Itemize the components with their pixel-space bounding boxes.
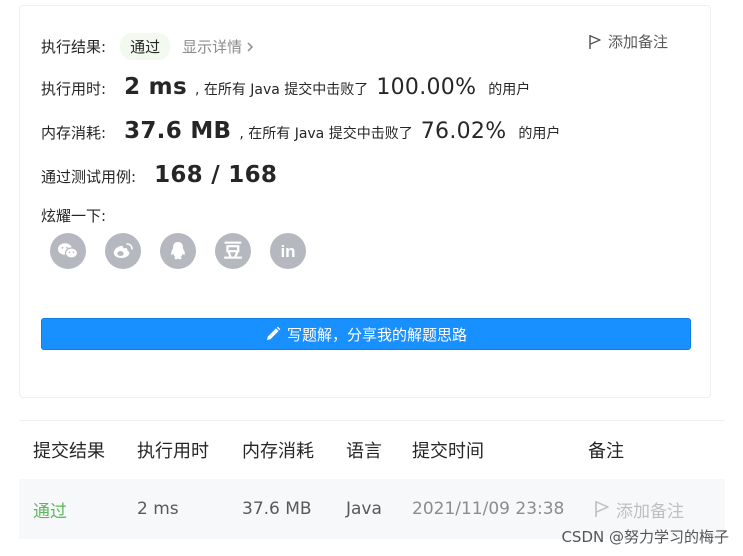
row-memory: 37.6 MB bbox=[242, 499, 312, 519]
runtime-row: 执行用时: 2 ms , 在所有 Java 提交中击败了 100.00% 的用户 bbox=[41, 74, 530, 100]
memory-row: 内存消耗: 37.6 MB , 在所有 Java 提交中击败了 76.02% 的… bbox=[41, 118, 560, 144]
share-weibo-button[interactable] bbox=[105, 233, 141, 269]
status-row: 执行结果: 通过 显示详情 bbox=[41, 33, 255, 60]
write-solution-button[interactable]: 写题解，分享我的解题思路 bbox=[41, 318, 691, 350]
row-submit-time: 2021/11/09 23:38 bbox=[412, 499, 565, 519]
add-note-button[interactable]: 添加备注 bbox=[588, 31, 668, 52]
memory-label: 内存消耗: bbox=[41, 124, 107, 142]
memory-value: 37.6 MB bbox=[124, 118, 232, 144]
row-add-note-label: 添加备注 bbox=[616, 501, 684, 522]
header-runtime: 执行用时 bbox=[137, 441, 209, 462]
watermark: CSDN @努力学习的梅子 bbox=[561, 528, 729, 546]
flag-icon bbox=[595, 501, 609, 517]
douban-icon: 豆 bbox=[223, 239, 243, 262]
status-label: 执行结果: bbox=[41, 38, 107, 56]
submission-page: 执行结果: 通过 显示详情 添加备注 执行用时: 2 ms , 在所有 Java… bbox=[0, 0, 743, 556]
tests-value: 168 / 168 bbox=[154, 162, 278, 188]
show-details-label: 显示详情 bbox=[182, 38, 243, 56]
show-details-link[interactable]: 显示详情 bbox=[182, 36, 255, 57]
chevron-right-icon bbox=[247, 41, 254, 52]
share-row: 炫耀一下: bbox=[41, 205, 106, 226]
share-douban-button[interactable]: 豆 bbox=[215, 233, 251, 269]
status-badge: 通过 bbox=[120, 33, 171, 60]
header-note: 备注 bbox=[588, 441, 624, 462]
share-linkedin-button[interactable]: in bbox=[270, 233, 306, 269]
memory-beat-text: , 在所有 Java 提交中击败了 bbox=[239, 126, 413, 142]
row-runtime: 2 ms bbox=[137, 499, 179, 519]
runtime-users-text: 的用户 bbox=[488, 82, 531, 98]
row-language: Java bbox=[346, 499, 382, 519]
runtime-value: 2 ms bbox=[124, 74, 187, 100]
runtime-percent: 100.00% bbox=[376, 75, 477, 100]
row-status-link[interactable]: 通过 bbox=[33, 479, 67, 539]
header-status: 提交结果 bbox=[33, 441, 105, 462]
header-language: 语言 bbox=[346, 441, 382, 462]
wechat-icon bbox=[58, 243, 79, 259]
header-submit-time: 提交时间 bbox=[412, 441, 484, 462]
share-icons: 豆 in bbox=[50, 233, 325, 269]
qq-icon bbox=[171, 242, 185, 260]
runtime-label: 执行用时: bbox=[41, 80, 107, 98]
submissions-table: 提交结果 执行用时 内存消耗 语言 提交时间 备注 通过 2 ms 37.6 M… bbox=[19, 420, 725, 539]
flag-icon bbox=[589, 34, 601, 49]
write-solution-label: 写题解，分享我的解题思路 bbox=[286, 325, 467, 344]
table-header: 提交结果 执行用时 内存消耗 语言 提交时间 备注 bbox=[19, 421, 725, 479]
memory-users-text: 的用户 bbox=[518, 126, 561, 142]
add-note-label: 添加备注 bbox=[608, 33, 669, 51]
header-memory: 内存消耗 bbox=[242, 441, 314, 462]
share-qq-button[interactable] bbox=[160, 233, 196, 269]
weibo-icon bbox=[113, 243, 133, 258]
tests-label: 通过测试用例: bbox=[41, 168, 137, 186]
memory-percent: 76.02% bbox=[420, 119, 507, 144]
runtime-beat-text: , 在所有 Java 提交中击败了 bbox=[194, 82, 369, 98]
linkedin-icon: in bbox=[280, 241, 296, 261]
tests-row: 通过测试用例: 168 / 168 bbox=[41, 162, 277, 188]
pencil-icon bbox=[266, 326, 281, 340]
result-card: 执行结果: 通过 显示详情 添加备注 执行用时: 2 ms , 在所有 Java… bbox=[19, 5, 711, 398]
share-label: 炫耀一下: bbox=[41, 207, 107, 225]
share-wechat-button[interactable] bbox=[50, 233, 86, 269]
